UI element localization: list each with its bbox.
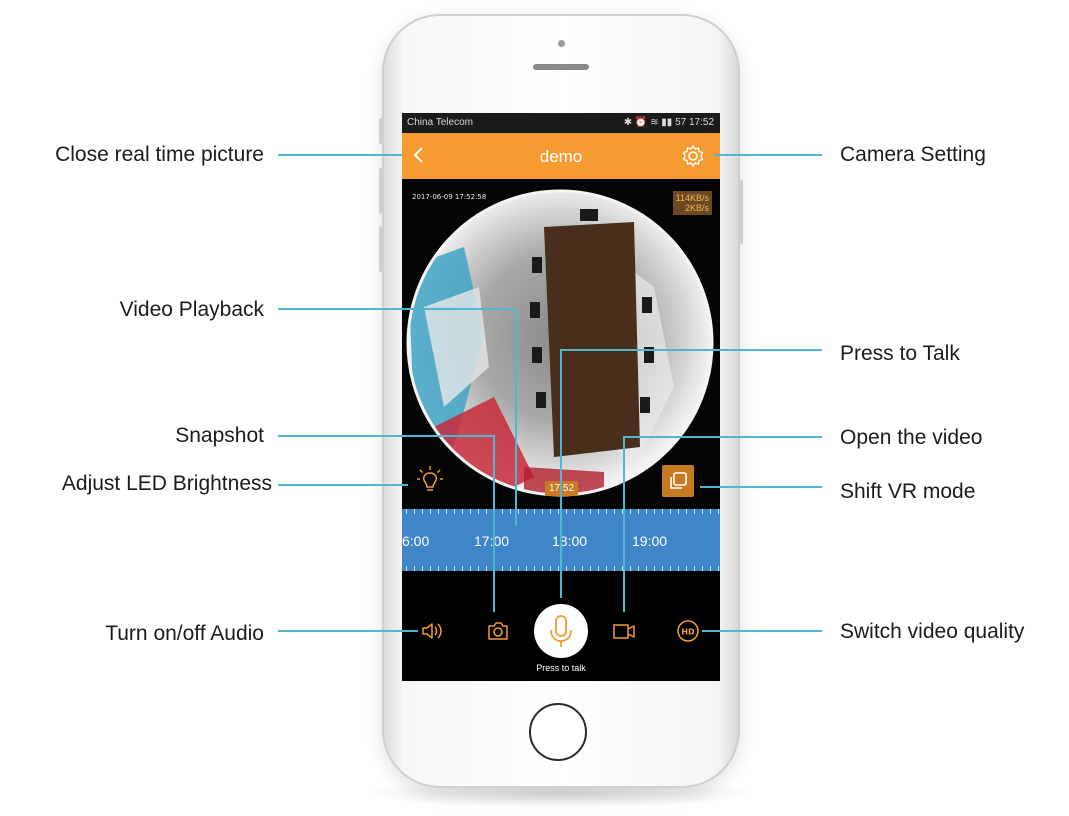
timeline-tick [614,509,615,514]
status-icons: ✱ ⏰ ≋ ▮▮ 57 17:52 [624,117,714,128]
timeline-tick [422,509,423,514]
app-bar: demo [402,133,720,179]
upload-rate: 2KB/s [684,203,709,213]
status-bar: China Telecom ✱ ⏰ ≋ ▮▮ 57 17:52 [402,113,720,133]
timeline-tick [462,509,463,514]
home-button[interactable] [529,703,587,761]
timeline-tick [574,509,575,514]
timeline-tick [630,509,631,514]
label-switch-video-quality: Switch video quality [840,620,1025,643]
phone-mute-switch [379,118,383,144]
timeline-tick [622,509,623,514]
timeline-tick [502,509,503,514]
timeline-tick [454,509,455,514]
label-snapshot: Snapshot [175,424,264,447]
timeline-label: 17:00 [474,533,510,549]
earpiece-speaker [533,64,589,70]
timeline-tick [510,509,511,514]
timeline-tick [646,509,647,514]
hd-icon[interactable]: HD [674,617,702,645]
download-rate: 114KB/s [675,193,709,203]
timeline-tick [598,509,599,514]
timeline-tick [486,509,487,514]
control-bar: Press to talk HD [402,571,720,681]
timeline-tick [702,509,703,514]
status-time: 17:52 [688,117,714,128]
timeline-tick [638,509,639,514]
phone-power-button [739,180,743,244]
svg-text:HD: HD [681,628,695,637]
label-open-the-video: Open the video [840,426,983,449]
timeline-tick [526,509,527,514]
vr-mode-button[interactable] [662,465,694,497]
press-to-talk-label: Press to talk [536,663,586,673]
timeline-tick [414,509,415,514]
timeline-label: 6:00 [402,533,430,549]
playback-time-badge: 17:52 [545,481,579,496]
timeline-tick [718,509,719,514]
bitrate-badge: 114KB/s 2KB/s [672,191,712,215]
timeline-tick [694,509,695,514]
timeline-tick [494,509,495,514]
timeline-tick [430,509,431,514]
timeline-tick [566,509,567,514]
page-title: demo [539,147,583,166]
carrier-label: China Telecom [407,117,473,128]
timeline-tick [470,509,471,514]
press-to-talk-button[interactable] [534,604,588,658]
timeline-label: 19:00 [632,533,668,549]
camera-icon[interactable] [484,617,512,645]
timeline-tick [558,509,559,514]
timeline-tick [606,509,607,514]
phone-volume-up [379,168,383,214]
playback-timeline[interactable]: 6:00 17:00 18:00 19:00 [402,509,720,571]
video-timestamp: 2017-06-09 17:52:58 [412,193,487,201]
copy-layers-icon [670,472,687,489]
timeline-label: 18:00 [552,533,588,549]
timeline-tick [662,509,663,514]
label-press-to-talk: Press to Talk [840,342,960,365]
timeline-tick [446,509,447,514]
timeline-tick [534,509,535,514]
front-camera [558,40,565,47]
timeline-tick [590,509,591,514]
timeline-tick [542,509,543,514]
label-camera-setting: Camera Setting [840,143,986,166]
live-video-view[interactable]: 2017-06-09 17:52:58 114KB/s 2KB/s 17:52 [402,179,720,509]
speaker-icon[interactable] [418,617,446,645]
label-shift-vr-mode: Shift VR mode [840,480,976,503]
microphone-icon [550,615,572,647]
timeline-tick [710,509,711,514]
label-close-real-time-picture: Close real time picture [55,143,264,166]
timeline-tick [678,509,679,514]
timeline-tick [406,509,407,514]
timeline-tick [438,509,439,514]
timeline-tick [550,509,551,514]
timeline-tick [686,509,687,514]
phone-volume-down [379,226,383,272]
timeline-tick [518,509,519,514]
fisheye-camera-image [406,189,714,497]
status-indicators: ✱ ⏰ ≋ ▮▮ 57 [623,117,687,128]
timeline-tick [582,509,583,514]
timeline-tick [654,509,655,514]
label-video-playback: Video Playback [119,298,264,321]
phone-screen: China Telecom ✱ ⏰ ≋ ▮▮ 57 17:52 demo 201… [402,113,720,681]
label-turn-on-off-audio: Turn on/off Audio [105,622,264,645]
label-adjust-led-brightness: Adjust LED Brightness [61,472,272,495]
gear-icon[interactable] [680,143,706,169]
timeline-tick [478,509,479,514]
lightbulb-icon[interactable] [416,465,444,495]
video-camera-icon[interactable] [610,617,638,645]
timeline-tick [670,509,671,514]
